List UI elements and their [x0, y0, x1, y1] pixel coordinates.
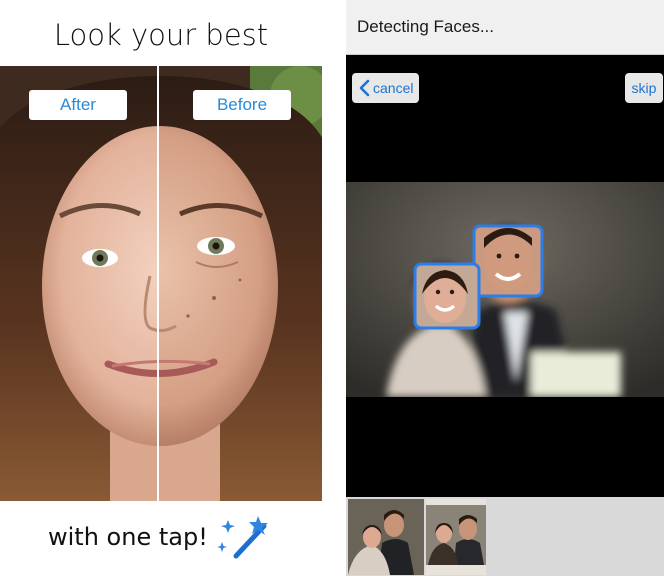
portrait-illustration	[0, 66, 322, 501]
comparison-divider	[157, 66, 159, 501]
photo-viewer	[346, 182, 664, 397]
chevron-left-icon	[359, 79, 370, 97]
status-bar: Detecting Faces...	[346, 0, 664, 55]
thumbnail-strip	[346, 497, 664, 576]
face-detection-screen: Detecting Faces... cancel skip	[346, 0, 664, 576]
photo-thumbnail[interactable]	[426, 499, 486, 575]
before-after-photo: After Before	[0, 66, 322, 501]
magic-wand-icon	[217, 516, 268, 559]
promo-headline: Look your best	[53, 18, 269, 52]
photo-thumbnail[interactable]	[348, 499, 424, 575]
after-label: After	[29, 90, 127, 120]
tagline: with one tap!	[48, 523, 208, 551]
cancel-button[interactable]: cancel	[352, 73, 419, 103]
promo-panel: Look your best After Before with one tap…	[0, 0, 322, 576]
skip-button[interactable]: skip	[625, 73, 663, 103]
wedding-photo	[346, 182, 664, 397]
panel-gap	[322, 0, 346, 576]
cancel-label: cancel	[373, 80, 414, 96]
thumbnail-image	[348, 499, 424, 575]
status-title: Detecting Faces...	[357, 17, 495, 36]
before-label: Before	[193, 90, 291, 120]
thumbnail-image	[426, 499, 486, 575]
